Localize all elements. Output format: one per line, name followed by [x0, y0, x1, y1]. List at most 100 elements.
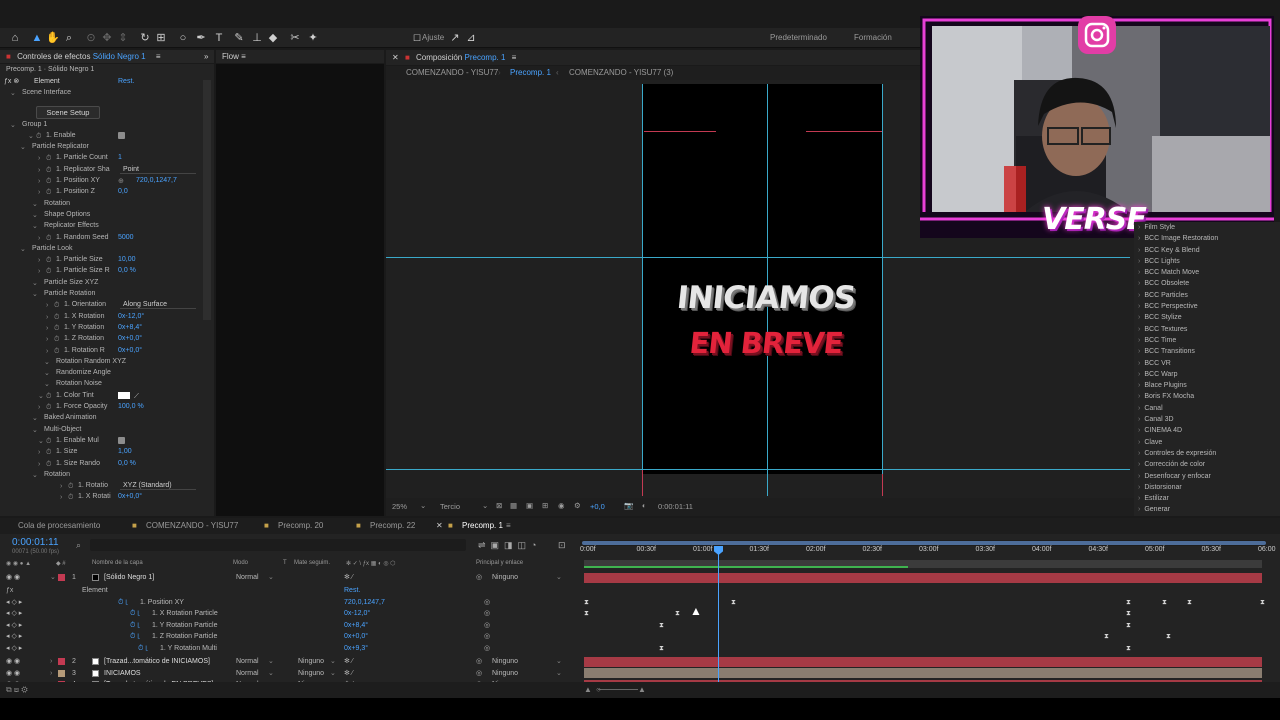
dolly-tool-icon[interactable]: ⇕ [116, 31, 130, 45]
layer-matte[interactable]: Ninguno [298, 656, 324, 667]
keyframe-nav-icon[interactable]: ◂ ◇ ▸ [6, 643, 22, 654]
transparency-grid-icon[interactable]: ▦ [510, 501, 517, 510]
keyframe-icon[interactable]: ⧗ [1166, 633, 1171, 641]
keyframe-nav-icon[interactable]: ◂ ◇ ▸ [6, 620, 22, 631]
eye-icon[interactable]: ◉ ◉ [6, 668, 20, 679]
selection-tool-icon[interactable]: ▲ [30, 31, 44, 45]
zoom-select[interactable]: 25% [392, 502, 407, 511]
label-color[interactable] [58, 658, 65, 665]
effect-row[interactable]: ⌄ Multi-Object [0, 424, 214, 435]
enable-checkbox[interactable] [118, 131, 125, 139]
reset-link[interactable]: Rest. [118, 76, 134, 87]
effect-row[interactable]: › ⏱ 1. X Rotation 0x-12,0° [0, 311, 214, 322]
keyframe-icon[interactable]: ⧗ [1126, 622, 1131, 630]
scene-setup-button[interactable]: Scene Setup [36, 106, 100, 119]
effect-row[interactable]: ⌄ ⏱ 1. Enable [0, 130, 214, 141]
effect-row[interactable]: ⌄ ⏱ 1. Color Tint ⟋ [0, 390, 214, 401]
chevron-down-icon[interactable]: ⌄ [420, 501, 426, 510]
effect-row[interactable]: ⌄ Particle Size XYZ [0, 277, 214, 288]
property-row[interactable]: ◂ ◇ ▸ ⏱ ⌊ 1. Position XY 720,0,1247,7 ◎ ⧗ ⧗ ⧗ ⧗ ⧗… [0, 597, 1280, 608]
keyframe-nav-icon[interactable]: ◂ ◇ ▸ [6, 608, 22, 619]
keyframe-icon[interactable]: ⧗ [1126, 599, 1131, 607]
effect-row-value[interactable]: 0,0 [118, 186, 128, 197]
effect-row[interactable]: ⌄ Scene Interface [0, 87, 214, 98]
effect-category-item[interactable]: › BCC Key & Blend [1134, 245, 1280, 256]
effect-controls-tab[interactable]: ■ Controles de efectos Sólido Negro 1 ≡ … [0, 50, 214, 64]
rotate-tool-icon[interactable]: ↻ [138, 31, 152, 45]
pickwhip-icon[interactable]: ◎ [476, 656, 482, 667]
effect-category-item[interactable]: › BCC Warp [1134, 369, 1280, 380]
effect-row-value[interactable]: 1 [118, 152, 122, 163]
switch-icons[interactable]: ✻ ⁄ [344, 668, 353, 679]
layer-parent[interactable]: Ninguno [492, 656, 518, 667]
chevron-down-icon[interactable]: ⌄ [330, 668, 336, 679]
color-swatch[interactable] [118, 391, 130, 399]
property-value[interactable]: Rest. [344, 585, 360, 596]
time-ruler[interactable]: 0:00f 00:30f 01:00f 01:30f 02:00f 02:30f 03:00… [0, 518, 1280, 558]
zoom-tool-icon[interactable]: ⌕ [62, 31, 76, 45]
effect-row-value[interactable]: 0x+0,0° [118, 491, 142, 502]
zoom-slider-handle[interactable]: ○ [596, 685, 601, 694]
layer-row[interactable]: ◉ ◉ › 2 [Trazad...tomático de INICIAMOS] Nor… [0, 656, 1280, 667]
viewer-timecode[interactable]: 0:00:01:11 [658, 502, 693, 511]
keyframe-icon[interactable]: ⧗ [1260, 599, 1265, 607]
effect-category-item[interactable]: › BCC Image Restoration [1134, 233, 1280, 244]
effect-row-value[interactable]: 5000 [118, 232, 134, 243]
layer-matte[interactable]: Ninguno [298, 668, 324, 679]
resolution-select[interactable]: Tercio [440, 502, 460, 511]
effect-row[interactable]: ⌄ Baked Animation [0, 412, 214, 423]
pickwhip-icon[interactable]: ◎ [476, 668, 482, 679]
effect-row-dropdown[interactable]: Point [120, 165, 196, 174]
chevron-down-icon[interactable]: ⌄ [556, 572, 562, 583]
keyframe-icon[interactable]: ⧗ [1126, 610, 1131, 618]
switch-icons[interactable]: ✻ ⁄ [344, 656, 353, 667]
effect-row-value[interactable]: 0x+0,0° [118, 345, 142, 356]
exposure-value[interactable]: +0,0 [590, 502, 605, 511]
expand-icon[interactable]: » [204, 50, 208, 64]
roto-brush-icon[interactable]: ✂ [288, 31, 302, 45]
property-row[interactable]: ƒx Element Rest. [0, 585, 1280, 596]
keyframe-icon[interactable]: ⧗ [1104, 633, 1109, 641]
expression-icon[interactable]: ◎ [484, 631, 490, 642]
pan-tool-icon[interactable]: ✥ [100, 31, 114, 45]
home-icon[interactable]: ⌂ [8, 31, 22, 45]
chevron-down-icon[interactable]: ⌄ [268, 656, 274, 667]
keyframe-icon[interactable]: ⧗ [731, 599, 736, 607]
effect-category-item[interactable]: › Distorsionar [1134, 482, 1280, 493]
keyframe-icon[interactable]: ⧗ [584, 599, 589, 607]
property-row[interactable]: ◂ ◇ ▸ ⏱ ⌊ 1. X Rotation Particle 0x-12,0° ◎ ⧗… [0, 608, 1280, 619]
chevron-right-icon[interactable]: › [60, 492, 62, 503]
keyframe-icon[interactable]: ⧗ [584, 610, 589, 618]
orbit-tool-icon[interactable]: ⊙ [84, 31, 98, 45]
effect-category-item[interactable]: › Desenfocar y enfocar [1134, 471, 1280, 482]
effect-category-item[interactable]: › Film Style [1134, 222, 1280, 233]
effect-row[interactable]: › ⏱ 1. Random Seed 5000 [0, 232, 214, 243]
keyframe-nav-icon[interactable]: ◂ ◇ ▸ [6, 597, 22, 608]
effect-row-dropdown[interactable]: Along Surface [120, 300, 196, 310]
keyframe-icon[interactable]: ⧗ [1126, 645, 1131, 653]
effect-row[interactable]: › ⏱ 1. X Rotati 0x+0,0° [0, 491, 214, 502]
effect-row[interactable]: › ⏱ 1. Particle Size R 0,0 % [0, 265, 214, 276]
effect-row[interactable]: › ⏱ 1. Size 1,00 [0, 446, 214, 457]
effect-row[interactable]: ⌄ Rotation Noise [0, 378, 214, 389]
effect-row[interactable]: ⌄ Rotation [0, 469, 214, 480]
expression-icon[interactable]: ◎ [484, 597, 490, 608]
effect-row[interactable]: ⌄ Replicator Effects [0, 220, 214, 231]
effect-category-item[interactable]: › BCC Stylize [1134, 312, 1280, 323]
workspace-training[interactable]: Formación [854, 33, 892, 42]
effect-category-item[interactable]: › Estilizar [1134, 493, 1280, 504]
effect-row-value[interactable]: 1,00 [118, 446, 132, 457]
comp-nav-tab[interactable]: COMENZANDO - YISU77 (3) [569, 66, 673, 80]
keyframe-icon[interactable]: ⧗ [1187, 599, 1192, 607]
property-row[interactable]: ◂ ◇ ▸ ⏱ ⌊ 1. Y Rotation Particle 0x+8,4° ◎ ⧗ ⧗ [0, 620, 1280, 631]
property-value[interactable]: 0x+8,4° [344, 620, 368, 631]
chevron-down-icon[interactable]: ⌄ [268, 668, 274, 679]
effect-category-item[interactable]: › BCC Particles [1134, 290, 1280, 301]
keyframe-icon[interactable]: ⧗ [659, 645, 664, 653]
effect-row-dropdown[interactable]: XYZ (Standard) [120, 481, 196, 491]
effect-row-value[interactable]: 100,0 % [118, 401, 144, 412]
effect-category-item[interactable]: › Clave [1134, 437, 1280, 448]
effect-category-item[interactable]: › Generar [1134, 504, 1280, 515]
workspace-default[interactable]: Predeterminado [770, 33, 827, 42]
snapshot-icon[interactable]: ◐ [642, 501, 647, 510]
